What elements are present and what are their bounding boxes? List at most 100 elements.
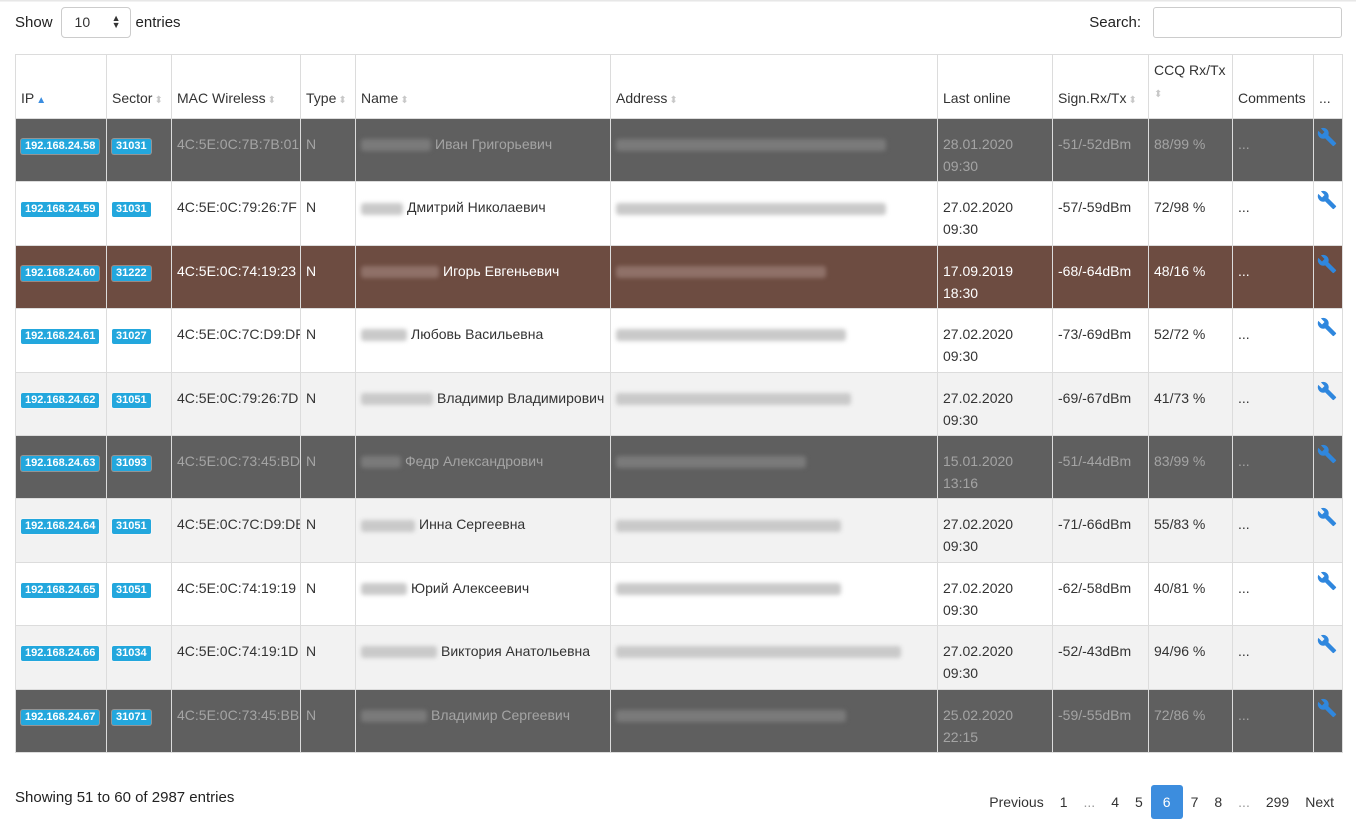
redacted-address xyxy=(616,646,901,659)
table-row[interactable]: 192.168.24.59 31031 4C:5E:0C:79:26:7F N Дмит… xyxy=(15,181,1343,246)
cell-mac: 4C:5E:0C:79:26:7D xyxy=(171,371,301,436)
wrench-icon[interactable] xyxy=(1317,127,1337,147)
cell-last-online: 27.02.2020 09:30 xyxy=(937,181,1053,246)
table-row[interactable]: 192.168.24.61 31027 4C:5E:0C:7C:D9:DF N Любо… xyxy=(15,308,1343,373)
table-row[interactable]: 192.168.24.60 31222 4C:5E:0C:74:19:23 N Игор… xyxy=(15,244,1343,310)
cell-last-online: 27.02.2020 09:30 xyxy=(937,498,1053,563)
table-row[interactable]: 192.168.24.62 31051 4C:5E:0C:79:26:7D N Влад… xyxy=(15,371,1343,436)
wrench-icon[interactable] xyxy=(1317,571,1337,591)
table-row[interactable]: 192.168.24.58 31031 4C:5E:0C:7B:7B:01 N Иван… xyxy=(15,117,1343,183)
redacted-surname xyxy=(361,646,437,659)
cell-address xyxy=(610,498,938,563)
cell-type: N xyxy=(300,181,356,246)
table-row[interactable]: 192.168.24.64 31051 4C:5E:0C:7C:D9:DB N Инна… xyxy=(15,498,1343,563)
page-link[interactable]: 8 xyxy=(1206,785,1230,819)
col-header-address[interactable]: Address ⬍ xyxy=(610,54,938,119)
page-length-select[interactable]: 10 ▲ ▼ xyxy=(60,6,131,38)
col-label: IP xyxy=(21,90,35,106)
cell-mac: 4C:5E:0C:74:19:23 xyxy=(171,244,301,310)
col-header-signal[interactable]: Sign.Rx/Tx ⬍ xyxy=(1052,54,1149,119)
col-label: Type xyxy=(306,90,337,106)
wrench-icon[interactable] xyxy=(1317,634,1337,654)
client-name: Владимир Владимирович xyxy=(437,389,605,406)
cell-actions xyxy=(1313,308,1343,373)
col-header-type[interactable]: Type ⬍ xyxy=(300,54,356,119)
cell-comments: ... xyxy=(1232,308,1314,373)
col-header-sector[interactable]: Sector ⬍ xyxy=(106,54,172,119)
page-link-active[interactable]: 6 xyxy=(1150,785,1183,819)
cell-address xyxy=(610,561,938,627)
wrench-icon[interactable] xyxy=(1317,698,1337,718)
cell-name: Виктория Анатольевна xyxy=(355,625,611,690)
col-label: Address xyxy=(616,90,668,106)
col-header-name[interactable]: Name ⬍ xyxy=(355,54,611,119)
redacted-surname xyxy=(361,456,401,469)
page-link[interactable]: 7 xyxy=(1183,785,1207,819)
cell-mac: 4C:5E:0C:7C:D9:DB xyxy=(171,498,301,563)
page-link[interactable]: 5 xyxy=(1127,785,1151,819)
table-row[interactable]: 192.168.24.65 31051 4C:5E:0C:74:19:19 N Юрий… xyxy=(15,561,1343,627)
sort-icon: ⬍ xyxy=(154,95,163,106)
cell-name: Федр Александрович xyxy=(355,434,611,500)
cell-ip: 192.168.24.66 xyxy=(15,625,107,690)
sector-badge: 31051 xyxy=(112,582,151,598)
ip-badge: 192.168.24.58 xyxy=(21,139,100,154)
search-input[interactable] xyxy=(1153,6,1342,38)
col-header-actions: ... xyxy=(1313,54,1343,119)
wrench-icon[interactable] xyxy=(1317,317,1337,337)
wrench-icon[interactable] xyxy=(1317,190,1337,210)
col-label: Sign.Rx/Tx xyxy=(1058,90,1127,106)
page-link[interactable]: 299 xyxy=(1258,785,1297,819)
cell-comments: ... xyxy=(1232,434,1314,500)
sort-icon: ⬍ xyxy=(338,95,347,106)
wrench-icon[interactable] xyxy=(1317,254,1337,274)
cell-ip: 192.168.24.60 xyxy=(15,244,107,310)
col-header-ip[interactable]: IP ▲ xyxy=(15,54,107,119)
cell-mac: 4C:5E:0C:73:45:BB xyxy=(171,688,301,753)
cell-ccq: 52/72 % xyxy=(1148,308,1233,373)
redacted-address xyxy=(616,583,841,596)
table-row[interactable]: 192.168.24.66 31034 4C:5E:0C:74:19:1D N Викт… xyxy=(15,625,1343,690)
pagination-previous[interactable]: Previous xyxy=(981,785,1051,819)
col-header-mac[interactable]: MAC Wireless ⬍ xyxy=(171,54,301,119)
length-menu: Show 10 ▲ ▼ entries xyxy=(15,6,181,38)
cell-ccq: 72/86 % xyxy=(1148,688,1233,753)
cell-signal: -51/-52dBm xyxy=(1052,117,1149,183)
col-label: Comments xyxy=(1238,90,1306,106)
cell-name: Дмитрий Николаевич xyxy=(355,181,611,246)
table-row[interactable]: 192.168.24.63 31093 4C:5E:0C:73:45:BD N Федр… xyxy=(15,434,1343,500)
page-link[interactable]: 4 xyxy=(1103,785,1127,819)
sector-badge: 31051 xyxy=(112,519,151,535)
cell-last-online: 27.02.2020 09:30 xyxy=(937,308,1053,373)
sector-badge: 31031 xyxy=(112,202,151,218)
client-name: Игорь Евгеньевич xyxy=(443,262,560,279)
cell-ccq: 94/96 % xyxy=(1148,625,1233,690)
wrench-icon[interactable] xyxy=(1317,381,1337,401)
wrench-icon[interactable] xyxy=(1317,444,1337,464)
cell-type: N xyxy=(300,117,356,183)
cell-address xyxy=(610,117,938,183)
page-link[interactable]: 1 xyxy=(1052,785,1076,819)
sector-badge: 31093 xyxy=(112,455,151,471)
col-header-ccq[interactable]: CCQ Rx/Tx ⬍ xyxy=(1148,54,1233,119)
cell-comments: ... xyxy=(1232,625,1314,690)
table-row[interactable]: 192.168.24.67 31071 4C:5E:0C:73:45:BB N Влад… xyxy=(15,688,1343,753)
redacted-surname xyxy=(361,266,439,279)
cell-sector: 31051 xyxy=(106,561,172,627)
cell-last-online: 28.01.2020 09:30 xyxy=(937,117,1053,183)
ip-badge: 192.168.24.63 xyxy=(21,455,100,471)
sort-icon: ⬍ xyxy=(267,95,277,106)
client-name: Дмитрий Николаевич xyxy=(407,199,546,216)
col-label: ... xyxy=(1319,90,1331,106)
cell-type: N xyxy=(300,434,356,500)
page-ellipsis: ... xyxy=(1238,794,1250,810)
search-area: Search: xyxy=(1089,6,1342,38)
wrench-icon[interactable] xyxy=(1317,507,1337,527)
cell-signal: -68/-64dBm xyxy=(1052,244,1149,310)
redacted-address xyxy=(616,519,841,532)
cell-ip: 192.168.24.62 xyxy=(15,371,107,436)
cell-signal: -57/-59dBm xyxy=(1052,181,1149,246)
sector-badge: 31034 xyxy=(112,646,151,662)
cell-ip: 192.168.24.59 xyxy=(15,181,107,246)
pagination-next[interactable]: Next xyxy=(1297,785,1342,819)
